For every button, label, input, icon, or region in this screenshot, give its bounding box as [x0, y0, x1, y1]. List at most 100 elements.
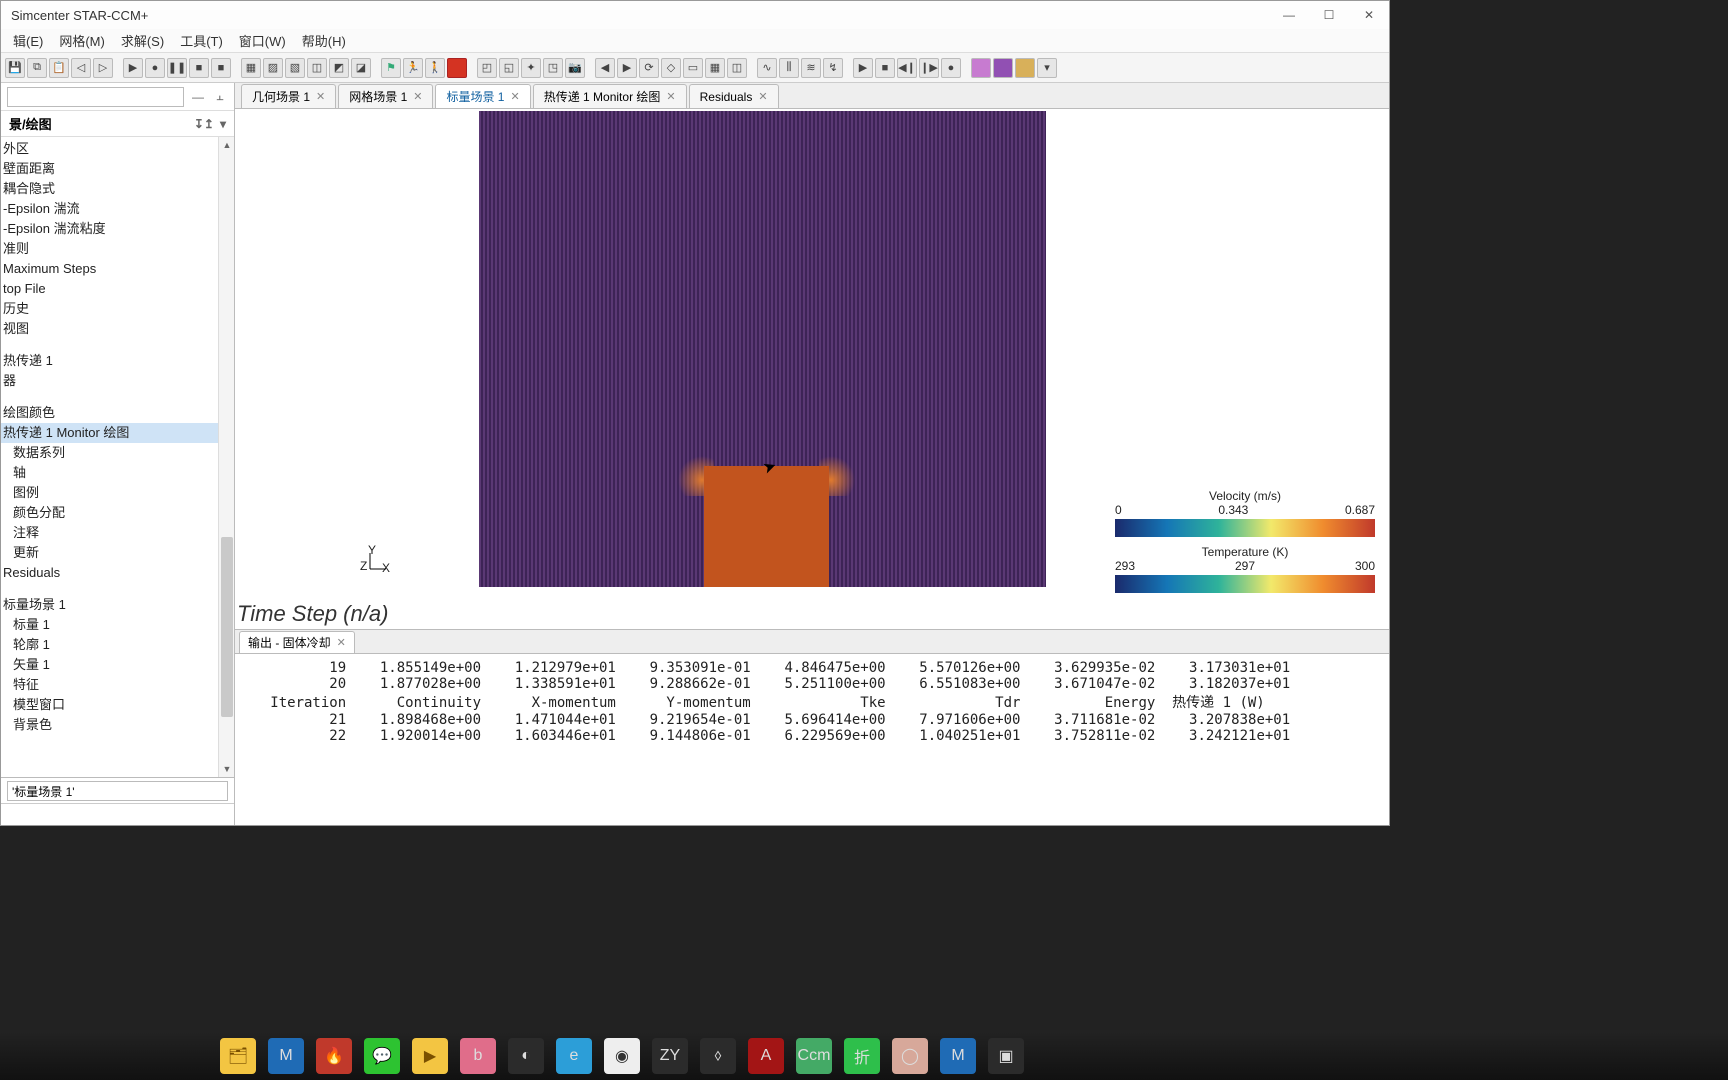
- menu-window[interactable]: 窗口(W): [231, 29, 294, 52]
- starccm-icon[interactable]: Ccm: [796, 1038, 832, 1074]
- close-icon[interactable]: ✕: [337, 636, 346, 649]
- mesh-tool2-icon[interactable]: ▨: [263, 58, 283, 78]
- plot-3-icon[interactable]: ≋: [801, 58, 821, 78]
- stop-icon[interactable]: ■: [189, 58, 209, 78]
- tree-node[interactable]: Maximum Steps: [1, 259, 230, 279]
- anim-stop-icon[interactable]: ■: [875, 58, 895, 78]
- pin-icon[interactable]: ⫠: [212, 89, 228, 105]
- scene-tool1-icon[interactable]: [971, 58, 991, 78]
- tree-node[interactable]: 准则: [1, 239, 230, 259]
- tree-node[interactable]: Residuals: [1, 563, 230, 583]
- menu-help[interactable]: 帮助(H): [294, 29, 354, 52]
- tree-node[interactable]: 背景色: [1, 715, 230, 735]
- paste-icon[interactable]: 📋: [49, 58, 69, 78]
- output-tab[interactable]: 输出 - 固体冷却✕: [239, 631, 355, 653]
- tab-mesh-scene[interactable]: 网格场景 1✕: [338, 84, 433, 108]
- nav-fwd-icon[interactable]: ▶: [617, 58, 637, 78]
- tree-filter-input[interactable]: [7, 87, 184, 107]
- scroll-up-icon[interactable]: ▲: [219, 137, 234, 153]
- zy-icon[interactable]: ZY: [652, 1038, 688, 1074]
- close-icon[interactable]: ✕: [666, 90, 675, 103]
- render-3-icon[interactable]: ✦: [521, 58, 541, 78]
- tree-node[interactable]: 视图: [1, 319, 230, 339]
- tree-node[interactable]: -Epsilon 湍流: [1, 199, 230, 219]
- chevron-down-icon[interactable]: ▾: [220, 117, 226, 131]
- scene-tool3-icon[interactable]: [1015, 58, 1035, 78]
- person-walk-icon[interactable]: 🚶: [425, 58, 445, 78]
- scroll-down-icon[interactable]: ▼: [219, 761, 234, 777]
- plot-2-icon[interactable]: ⫼: [779, 58, 799, 78]
- close-button[interactable]: ✕: [1349, 1, 1389, 29]
- anim-prev-icon[interactable]: ◀❙: [897, 58, 917, 78]
- tree-node[interactable]: 注释: [1, 523, 230, 543]
- menu-tools[interactable]: 工具(T): [172, 29, 231, 52]
- tree-node[interactable]: 图例: [1, 483, 230, 503]
- person-run-icon[interactable]: 🏃: [403, 58, 423, 78]
- nav-back-icon[interactable]: ◀: [595, 58, 615, 78]
- tree-node-selected[interactable]: 热传递 1 Monitor 绘图: [1, 423, 230, 443]
- close-icon[interactable]: ✕: [413, 90, 422, 103]
- view-rect-icon[interactable]: ▭: [683, 58, 703, 78]
- tab-geometry-scene[interactable]: 几何场景 1✕: [241, 84, 336, 108]
- tab-residuals[interactable]: Residuals✕: [689, 84, 779, 108]
- camera-icon[interactable]: 📷: [565, 58, 585, 78]
- render-1-icon[interactable]: ◰: [477, 58, 497, 78]
- tree-node[interactable]: 更新: [1, 543, 230, 563]
- close-icon[interactable]: ✕: [758, 90, 767, 103]
- anim-rec-icon[interactable]: ●: [941, 58, 961, 78]
- app-icon[interactable]: M: [940, 1038, 976, 1074]
- terminal-icon[interactable]: ▣: [988, 1038, 1024, 1074]
- tab-heat-monitor-plot[interactable]: 热传递 1 Monitor 绘图✕: [533, 84, 687, 108]
- save-icon[interactable]: 💾: [5, 58, 25, 78]
- tree-node[interactable]: 特征: [1, 675, 230, 695]
- tree-node[interactable]: 标量 1: [1, 615, 230, 635]
- scene-viewport[interactable]: ➤ Y Z X Time Step (n/a) Velocity (m/s) 0…: [235, 109, 1389, 629]
- tab-scalar-scene[interactable]: 标量场景 1✕: [435, 84, 530, 108]
- render-4-icon[interactable]: ◳: [543, 58, 563, 78]
- step-fwd-icon[interactable]: ▷: [93, 58, 113, 78]
- app-icon[interactable]: M: [268, 1038, 304, 1074]
- close-icon[interactable]: ✕: [510, 90, 519, 103]
- mesh-tool6-icon[interactable]: ◪: [351, 58, 371, 78]
- render-2-icon[interactable]: ◱: [499, 58, 519, 78]
- menu-edit[interactable]: 辑(E): [5, 29, 51, 52]
- solver-console[interactable]: 19 1.855149e+00 1.212979e+01 9.353091e-0…: [235, 654, 1389, 825]
- wechat-icon[interactable]: 💬: [364, 1038, 400, 1074]
- menu-solve[interactable]: 求解(S): [113, 29, 172, 52]
- minimize-button[interactable]: —: [1269, 1, 1309, 29]
- step-back-icon[interactable]: ◁: [71, 58, 91, 78]
- tree-node[interactable]: 矢量 1: [1, 655, 230, 675]
- record-icon[interactable]: ●: [145, 58, 165, 78]
- tree-node[interactable]: top File: [1, 279, 230, 299]
- tree-node[interactable]: 热传递 1: [1, 351, 230, 371]
- close-icon[interactable]: ✕: [316, 90, 325, 103]
- scroll-thumb[interactable]: [221, 537, 233, 717]
- bilibili-icon[interactable]: b: [460, 1038, 496, 1074]
- chrome-icon[interactable]: ◉: [604, 1038, 640, 1074]
- app-icon[interactable]: 折: [844, 1038, 880, 1074]
- tree-node[interactable]: 轴: [1, 463, 230, 483]
- maximize-button[interactable]: ☐: [1309, 1, 1349, 29]
- pause-icon[interactable]: ❚❚: [167, 58, 187, 78]
- explorer-icon[interactable]: 🗂: [220, 1038, 256, 1074]
- plot-4-icon[interactable]: ↯: [823, 58, 843, 78]
- tree-node[interactable]: -Epsilon 湍流粘度: [1, 219, 230, 239]
- refresh-icon[interactable]: ⟳: [639, 58, 659, 78]
- mesh-tool5-icon[interactable]: ◩: [329, 58, 349, 78]
- plot-1-icon[interactable]: ∿: [757, 58, 777, 78]
- scene-tool4-icon[interactable]: ▾: [1037, 58, 1057, 78]
- property-input[interactable]: [7, 781, 228, 801]
- flag-icon[interactable]: ⚑: [381, 58, 401, 78]
- app-icon[interactable]: 🔥: [316, 1038, 352, 1074]
- collapse-button[interactable]: —: [190, 89, 206, 105]
- view-split-icon[interactable]: ◫: [727, 58, 747, 78]
- tree-node[interactable]: 壁面距离: [1, 159, 230, 179]
- stop-solve-icon[interactable]: [447, 58, 467, 78]
- copy-icon[interactable]: ⧉: [27, 58, 47, 78]
- player-icon[interactable]: ▶: [412, 1038, 448, 1074]
- tree-node[interactable]: 历史: [1, 299, 230, 319]
- tree-node[interactable]: 颜色分配: [1, 503, 230, 523]
- mesh-tool-icon[interactable]: ▦: [241, 58, 261, 78]
- tree-node[interactable]: 绘图颜色: [1, 403, 230, 423]
- anim-next-icon[interactable]: ❙▶: [919, 58, 939, 78]
